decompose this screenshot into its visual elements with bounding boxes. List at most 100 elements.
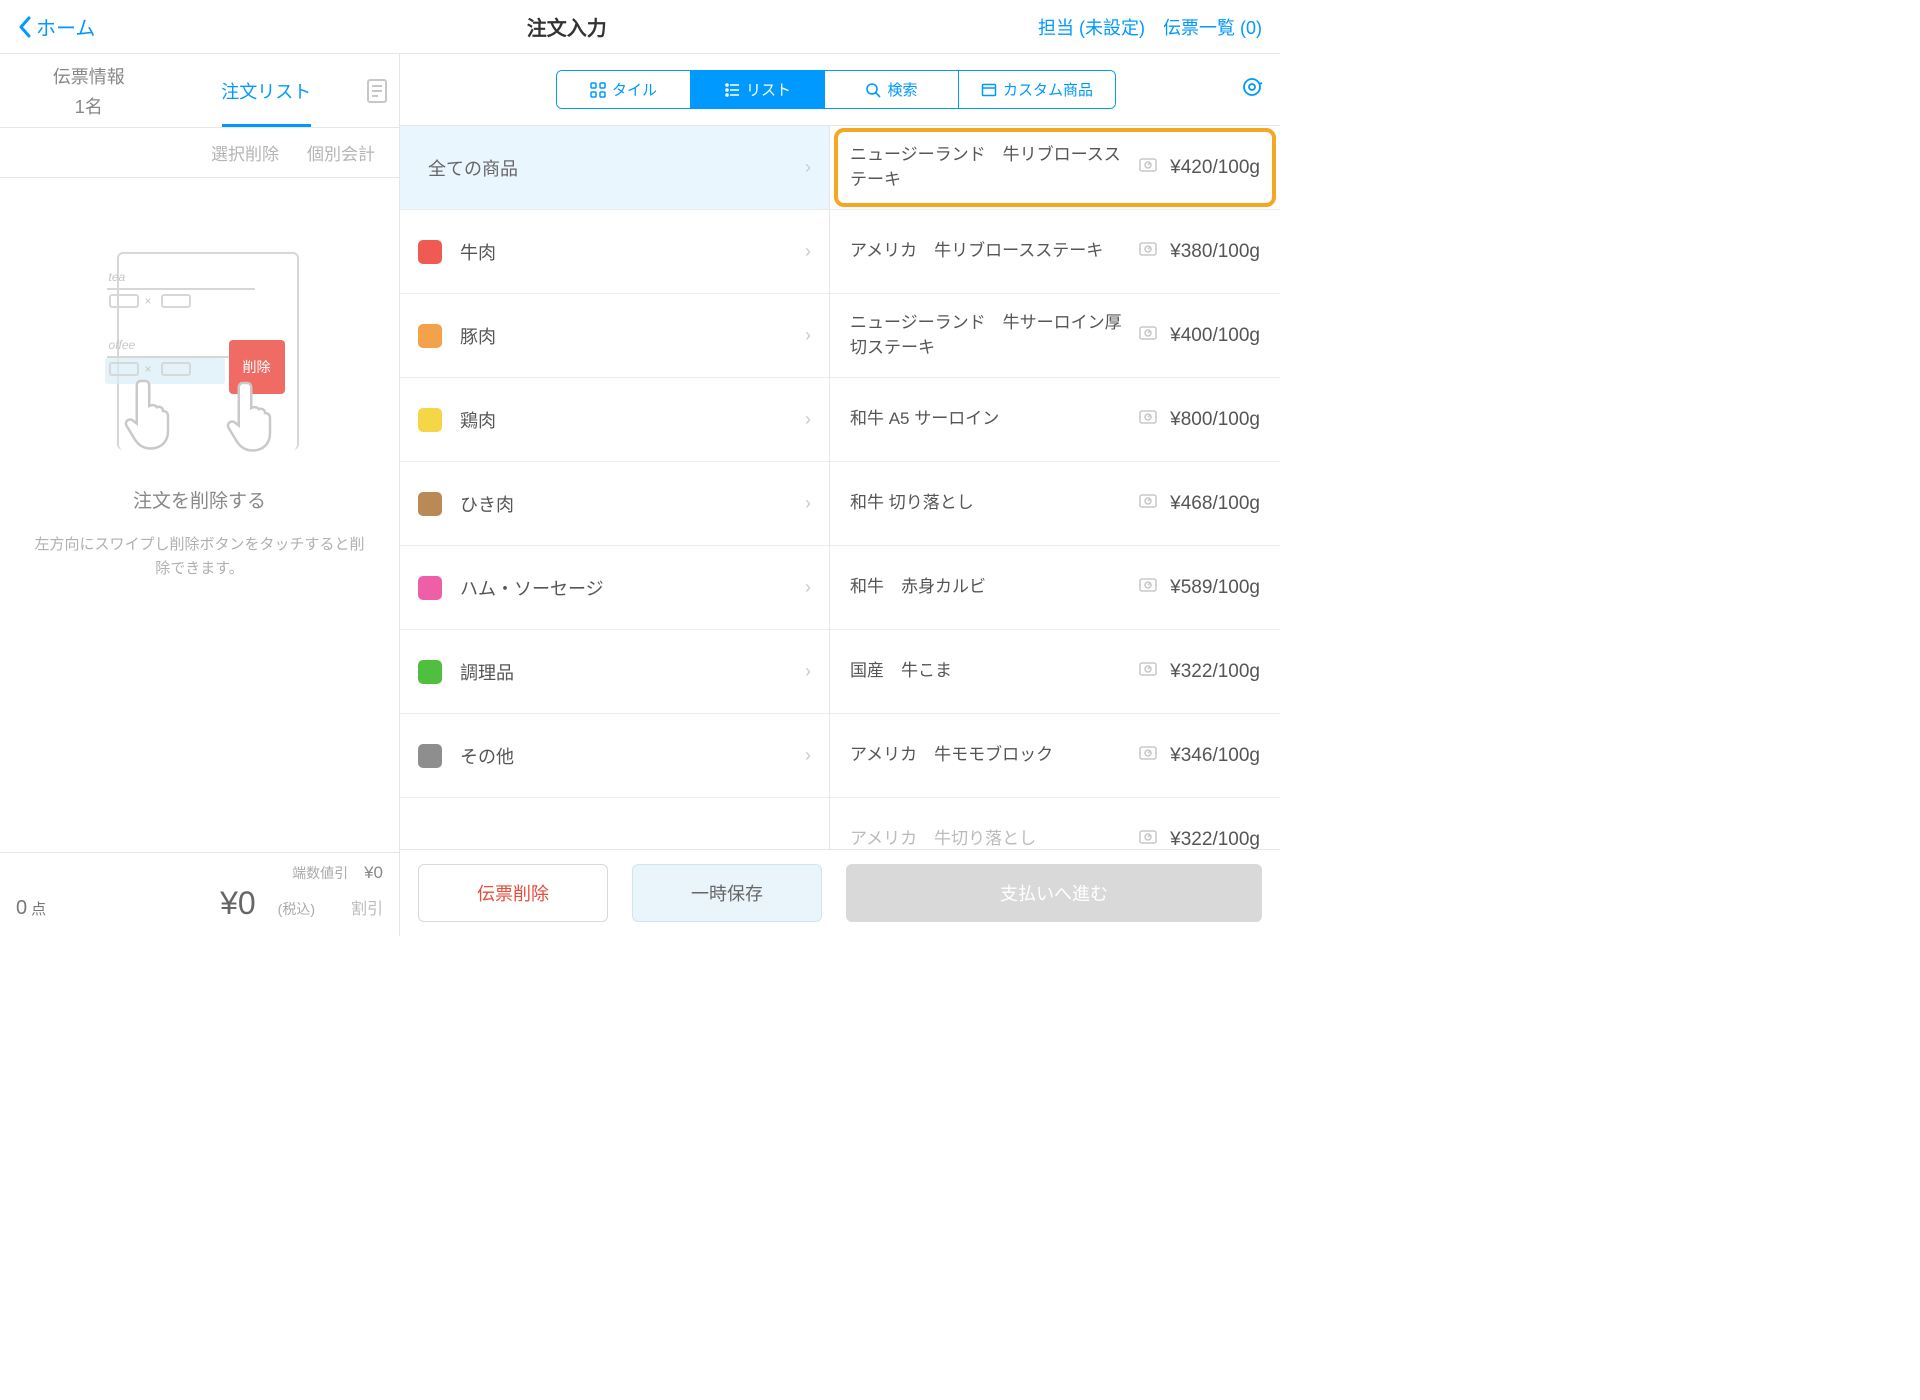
delete-slip-button[interactable]: 伝票削除 <box>418 864 608 922</box>
product-price: ¥400/100g <box>1170 325 1260 347</box>
product-row[interactable]: 国産 牛こま ¥322/100g <box>830 630 1280 714</box>
item-count: 0 <box>16 897 27 919</box>
chevron-right-icon: › <box>805 661 811 682</box>
tab-order-list-label: 注文リスト <box>221 78 311 104</box>
product-price: ¥346/100g <box>1170 745 1260 767</box>
individual-checkout-button[interactable]: 個別会計 <box>307 140 375 165</box>
product-price: ¥800/100g <box>1170 409 1260 431</box>
category-row[interactable]: その他 › <box>400 714 829 798</box>
product-row[interactable]: アメリカ 牛切り落とし ¥322/100g <box>830 798 1280 849</box>
category-row[interactable]: ハム・ソーセージ › <box>400 546 829 630</box>
discount-button[interactable]: 割引 <box>351 895 383 919</box>
product-name: ニュージーランド 牛サーロイン厚切ステーキ <box>850 311 1126 360</box>
category-all[interactable]: 全ての商品 › <box>400 126 829 210</box>
category-swatch <box>418 408 442 432</box>
chevron-right-icon: › <box>805 241 811 262</box>
product-row[interactable]: ニュージーランド 牛リブロースステーキ ¥420/100g <box>830 126 1280 210</box>
seg-tile-label: タイル <box>612 79 657 100</box>
scale-icon <box>1138 575 1158 600</box>
category-label: ひき肉 <box>460 491 787 517</box>
category-label: 豚肉 <box>460 323 787 349</box>
category-label: 鶏肉 <box>460 407 787 433</box>
category-label: その他 <box>460 743 787 769</box>
category-row[interactable]: 豚肉 › <box>400 294 829 378</box>
chevron-right-icon: › <box>805 157 811 178</box>
seg-list[interactable]: リスト <box>691 71 825 108</box>
product-row[interactable]: 和牛 切り落とし ¥468/100g <box>830 462 1280 546</box>
hand-icon <box>123 376 173 446</box>
category-row[interactable]: 調理品 › <box>400 630 829 714</box>
scale-icon <box>1138 239 1158 264</box>
chevron-right-icon: › <box>805 577 811 598</box>
product-row[interactable]: アメリカ 牛モモブロック ¥346/100g <box>830 714 1280 798</box>
seg-list-label: リスト <box>746 79 791 100</box>
rounding-value: ¥0 <box>364 863 383 883</box>
scale-icon <box>1138 659 1158 684</box>
seg-tile[interactable]: タイル <box>557 71 691 108</box>
product-row[interactable]: アメリカ 牛リブロースステーキ ¥380/100g <box>830 210 1280 294</box>
product-price: ¥322/100g <box>1170 829 1260 850</box>
category-swatch <box>418 576 442 600</box>
chevron-right-icon: › <box>805 409 811 430</box>
scale-icon <box>1138 827 1158 849</box>
category-swatch <box>418 492 442 516</box>
scale-icon <box>1138 743 1158 768</box>
receipt-icon[interactable] <box>355 54 399 127</box>
category-label: 牛肉 <box>460 239 787 265</box>
category-swatch <box>418 660 442 684</box>
seg-search[interactable]: 検索 <box>825 71 959 108</box>
category-row[interactable]: ひき肉 › <box>400 462 829 546</box>
hint-title: 注文を削除する <box>133 486 266 513</box>
category-all-label: 全ての商品 <box>428 155 787 181</box>
product-name: アメリカ 牛モモブロック <box>850 743 1126 768</box>
category-swatch <box>418 324 442 348</box>
seg-search-label: 検索 <box>887 79 917 100</box>
chevron-right-icon: › <box>805 493 811 514</box>
product-row[interactable]: ニュージーランド 牛サーロイン厚切ステーキ ¥400/100g <box>830 294 1280 378</box>
product-name: アメリカ 牛切り落とし <box>850 827 1126 849</box>
scale-icon <box>1138 155 1158 180</box>
product-name: 和牛 A5 サーロイン <box>850 407 1126 432</box>
category-swatch <box>418 240 442 264</box>
chevron-right-icon: › <box>805 745 811 766</box>
scale-icon <box>1138 491 1158 516</box>
page-title: 注文入力 <box>95 12 1038 41</box>
tab-slip-info-l2: 1名 <box>75 93 103 119</box>
product-name: 和牛 切り落とし <box>850 491 1126 516</box>
product-row[interactable]: 和牛 A5 サーロイン ¥800/100g <box>830 378 1280 462</box>
product-name: アメリカ 牛リブロースステーキ <box>850 239 1126 264</box>
category-row[interactable]: 鶏肉 › <box>400 378 829 462</box>
product-price: ¥420/100g <box>1170 157 1260 179</box>
category-row[interactable]: 牛肉 › <box>400 210 829 294</box>
category-swatch <box>418 744 442 768</box>
scale-icon <box>1138 323 1158 348</box>
view-mode-segment: タイル リスト 検索 カスタム商品 <box>556 70 1116 109</box>
assignee-link[interactable]: 担当 (未設定) <box>1038 14 1145 40</box>
home-label: ホーム <box>36 12 95 41</box>
rounding-label: 端数値引 <box>292 863 348 883</box>
product-price: ¥380/100g <box>1170 241 1260 263</box>
home-button[interactable]: ホーム <box>18 12 95 41</box>
item-count-unit: 点 <box>31 901 46 918</box>
category-label: 調理品 <box>460 659 787 685</box>
tab-order-list[interactable]: 注文リスト <box>178 54 356 127</box>
product-price: ¥589/100g <box>1170 577 1260 599</box>
seg-custom-label: カスタム商品 <box>1003 79 1093 100</box>
proceed-payment-button[interactable]: 支払いへ進む <box>846 864 1262 922</box>
settings-gear-icon[interactable] <box>1240 75 1264 104</box>
tab-slip-info[interactable]: 伝票情報 1名 <box>0 54 178 127</box>
save-draft-button[interactable]: 一時保存 <box>632 864 822 922</box>
order-total: ¥0 <box>220 885 256 922</box>
seg-custom[interactable]: カスタム商品 <box>959 71 1115 108</box>
delete-selected-button[interactable]: 選択削除 <box>211 140 279 165</box>
product-price: ¥468/100g <box>1170 493 1260 515</box>
hand-icon <box>225 378 275 448</box>
product-price: ¥322/100g <box>1170 661 1260 683</box>
product-name: ニュージーランド 牛リブロースステーキ <box>850 143 1126 192</box>
chevron-right-icon: › <box>805 325 811 346</box>
product-name: 国産 牛こま <box>850 659 1126 684</box>
scale-icon <box>1138 407 1158 432</box>
slip-list-link[interactable]: 伝票一覧 (0) <box>1163 14 1262 40</box>
category-label: ハム・ソーセージ <box>460 575 787 601</box>
product-row[interactable]: 和牛 赤身カルビ¥589/100g <box>830 546 1280 630</box>
